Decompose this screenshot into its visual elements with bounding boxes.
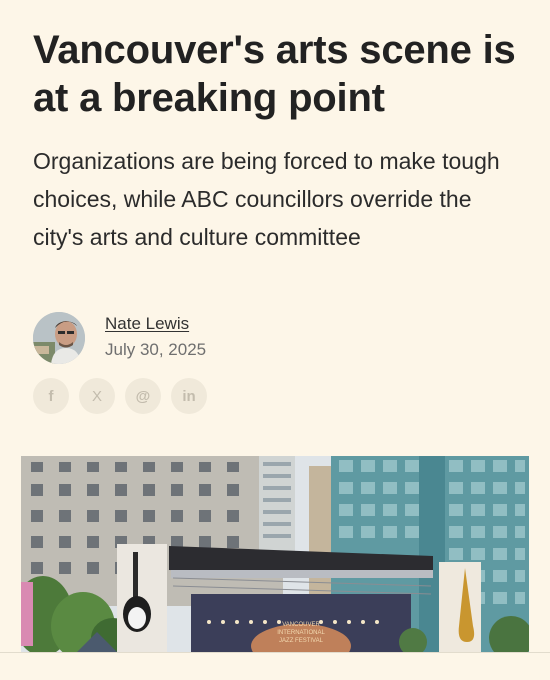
linkedin-share-button[interactable]: in — [171, 378, 207, 414]
threads-icon: @ — [135, 387, 151, 405]
linkedin-icon: in — [182, 387, 196, 405]
article: Vancouver's arts scene is at a breaking … — [0, 0, 550, 680]
article-subtitle: Organizations are being forced to make t… — [33, 148, 500, 250]
share-buttons: f X @ in — [33, 378, 213, 414]
banner-text-2: INTERNATIONAL — [277, 630, 325, 636]
facebook-share-button[interactable]: f — [33, 378, 69, 414]
headline: Vancouver's arts scene is at a breaking … — [33, 28, 516, 120]
hero-image: VANCOUVER INTERNATIONAL JAZZ FESTIVAL — [21, 456, 529, 652]
author-link[interactable]: Nate Lewis — [105, 314, 189, 334]
banner-text-3: JAZZ FESTIVAL — [279, 638, 324, 644]
banner-text-1: VANCOUVER — [282, 622, 320, 628]
publish-date: July 30, 2025 — [105, 340, 207, 359]
threads-share-button[interactable]: @ — [125, 378, 161, 414]
x-share-button[interactable]: X — [79, 378, 115, 414]
facebook-icon: f — [48, 387, 54, 405]
author-avatar[interactable] — [33, 312, 85, 364]
byline: Nate Lewis July 30, 2025 — [33, 312, 333, 364]
bottom-bar — [0, 652, 550, 680]
x-icon: X — [91, 387, 102, 405]
